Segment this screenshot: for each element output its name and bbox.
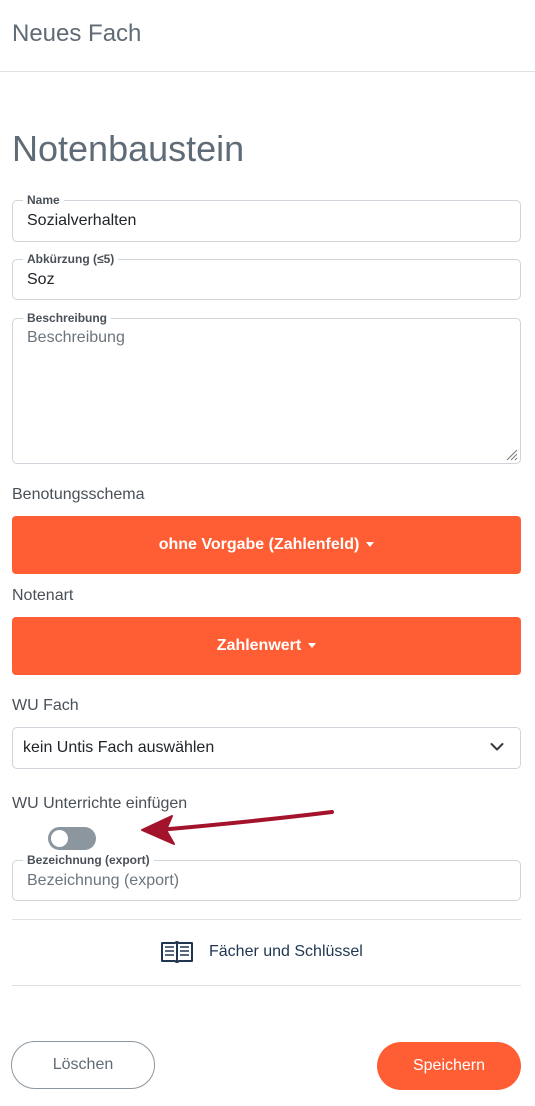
divider xyxy=(12,919,521,920)
delete-button-label: Löschen xyxy=(52,1056,114,1073)
page-title: Neues Fach xyxy=(12,20,142,47)
export-name-label: Bezeichnung (export) xyxy=(23,853,154,867)
grading-scheme-label: Benotungsschema xyxy=(12,486,145,503)
annotation-arrow-icon xyxy=(141,810,334,845)
wu-lessons-toggle[interactable] xyxy=(48,827,96,850)
chevron-down-icon xyxy=(490,743,504,751)
resize-grip-icon[interactable] xyxy=(506,449,518,461)
export-name-placeholder: Bezeichnung (export) xyxy=(27,872,180,889)
delete-button[interactable]: Löschen xyxy=(11,1041,155,1089)
name-field[interactable]: Name Sozialverhalten xyxy=(12,193,521,242)
grade-type-value: Zahlenwert xyxy=(216,637,302,654)
divider xyxy=(12,985,521,986)
wu-subject-label: WU Fach xyxy=(12,697,79,714)
description-label: Beschreibung xyxy=(23,311,112,325)
page-header: Neues Fach xyxy=(0,0,535,72)
save-button-label: Speichern xyxy=(412,1057,486,1074)
subjects-keys-link[interactable]: Fächer und Schlüssel xyxy=(160,938,363,966)
abbreviation-label: Abkürzung (≤5) xyxy=(23,252,119,266)
grading-scheme-dropdown[interactable]: ohne Vorgabe (Zahlenfeld) xyxy=(12,516,521,574)
section-title: Notenbaustein xyxy=(12,128,245,169)
export-name-field[interactable]: Bezeichnung (export) Bezeichnung (export… xyxy=(12,853,521,901)
description-textarea[interactable]: Beschreibung Beschreibung xyxy=(12,311,521,464)
abbreviation-value: Soz xyxy=(27,271,55,288)
save-button[interactable]: Speichern xyxy=(377,1042,521,1090)
grade-type-dropdown[interactable]: Zahlenwert xyxy=(12,617,521,675)
wu-subject-select[interactable]: kein Untis Fach auswählen xyxy=(12,727,521,769)
name-label: Name xyxy=(23,193,64,207)
grading-scheme-value: ohne Vorgabe (Zahlenfeld) xyxy=(158,536,360,553)
description-placeholder: Beschreibung xyxy=(27,329,125,346)
caret-down-icon xyxy=(308,642,317,648)
subjects-keys-label: Fächer und Schlüssel xyxy=(209,943,363,960)
caret-down-icon xyxy=(366,541,375,547)
wu-subject-value: kein Untis Fach auswählen xyxy=(23,739,215,756)
name-value: Sozialverhalten xyxy=(27,212,137,229)
toggle-knob xyxy=(51,830,68,847)
book-icon xyxy=(161,941,193,963)
abbreviation-field[interactable]: Abkürzung (≤5) Soz xyxy=(12,252,521,300)
grade-type-label: Notenart xyxy=(12,587,74,604)
